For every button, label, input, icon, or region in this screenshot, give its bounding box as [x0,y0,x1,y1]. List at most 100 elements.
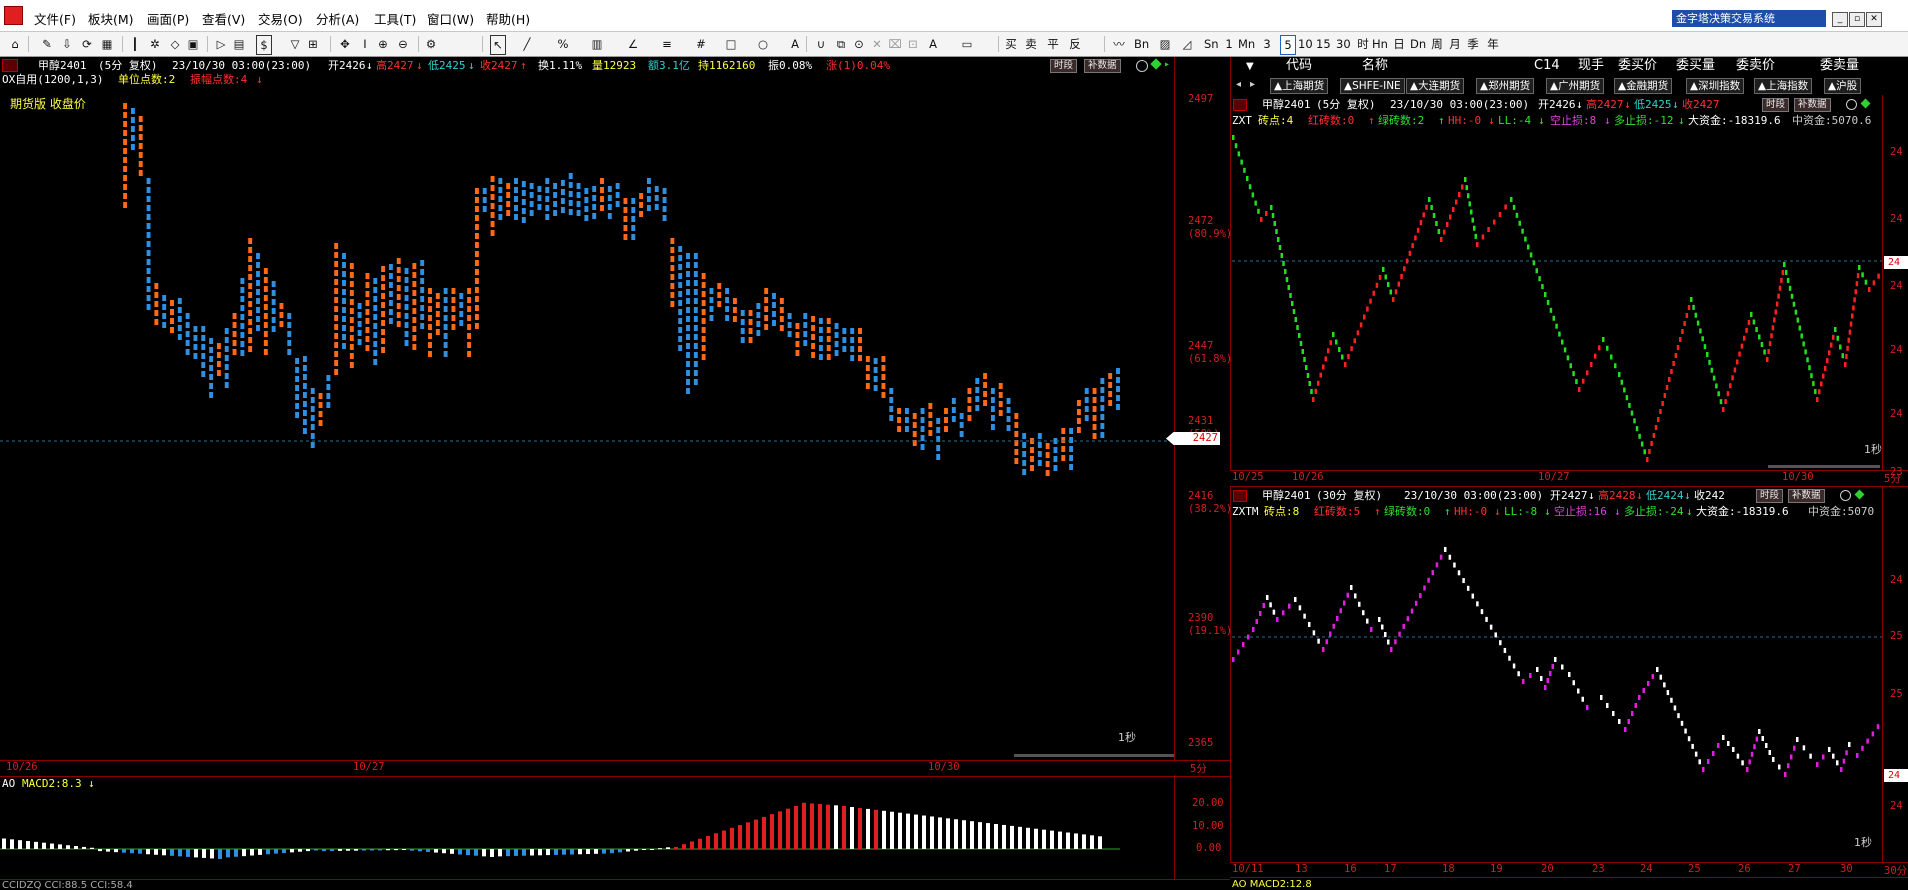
period-13-button[interactable]: 月 [1448,35,1462,53]
market-tab-0[interactable]: ▲上海期货 [1270,78,1329,94]
gear-small-icon[interactable]: ✲ [148,35,162,53]
tab-prev-icon[interactable]: ◂ [1236,79,1241,90]
col-last-hand[interactable]: 现手 [1578,59,1604,72]
trash-icon[interactable]: ⌧ [888,35,902,53]
period-9-button[interactable]: Hn [1372,35,1388,53]
buy-button[interactable]: 买 [1004,35,1018,53]
zoom-in-icon[interactable]: ⊕ [376,35,390,53]
main-hscroll[interactable] [1014,754,1174,757]
calc-icon[interactable]: ⊞ [306,35,320,53]
cube-icon[interactable]: ▣ [186,35,200,53]
market-tab-4[interactable]: ▲广州期货 [1546,78,1605,94]
zxt-diamond-icon[interactable] [1860,98,1871,109]
circle-tool-icon[interactable]: ○ [756,35,770,53]
lock-icon[interactable]: ⊡ [906,35,920,53]
download-icon[interactable]: ⇩ [60,35,74,53]
market-tab-1[interactable]: ▲SHFE-INE [1340,78,1405,94]
zxtm-diamond-icon[interactable] [1854,489,1865,500]
bn-button[interactable]: Bn [1134,35,1149,53]
menu-view-screen[interactable]: 画面(P) [147,9,189,28]
copy-icon[interactable]: ⧉ [834,35,848,53]
move-icon[interactable]: ✥ [338,35,352,53]
color-icon[interactable]: A [926,35,940,53]
zxt-session-button[interactable]: 时段 [1762,98,1790,112]
angle-tool-icon[interactable]: ∠ [626,35,640,53]
chart-box-icon[interactable]: ▨ [1158,35,1172,53]
col-ask-vol[interactable]: 委卖量 [1820,59,1859,72]
period-8-button[interactable]: 时 [1356,35,1370,53]
zxt-clock-icon[interactable] [1846,99,1857,110]
menu-window[interactable]: 窗口(W) [427,9,474,28]
play-icon[interactable]: ▷ [214,35,228,53]
sort-dropdown-icon[interactable]: ▼ [1246,61,1254,72]
zxtm-clock-icon[interactable] [1840,490,1851,501]
market-tab-5[interactable]: ▲金融期货 [1614,78,1673,94]
market-tab-7[interactable]: ▲上海指数 [1754,78,1813,94]
filter-icon[interactable]: ▽ [288,35,302,53]
zxtm-session-button[interactable]: 时段 [1756,489,1784,503]
chart-area-icon[interactable]: ◿ [1180,35,1194,53]
line-tool-icon[interactable]: ╱ [520,35,534,53]
period-10-button[interactable]: 日 [1392,35,1406,53]
period-7-button[interactable]: 30 [1336,35,1351,53]
close-position-button[interactable]: 平 [1046,35,1060,53]
diamond-green-icon[interactable] [1150,58,1162,70]
ruler-tool-icon[interactable]: ▥ [590,35,604,53]
period-0-button[interactable]: Sn [1204,35,1219,53]
app-logo-icon[interactable] [4,6,23,25]
col-c14[interactable]: C14 [1534,59,1560,72]
cursor-v-icon[interactable]: Ⅰ [358,35,372,53]
col-name[interactable]: 名称 [1362,59,1388,72]
menu-look[interactable]: 查看(V) [202,9,245,28]
layout-icon[interactable]: ▦ [100,35,114,53]
period-1-button[interactable]: 1 [1222,35,1236,53]
zxt-hscroll[interactable] [1768,465,1880,468]
chart-icon[interactable] [2,59,18,72]
zxtm-chart-icon[interactable] [1233,490,1247,502]
col-ask-price[interactable]: 委卖价 [1736,59,1775,72]
period-3-button[interactable]: 3 [1260,35,1274,53]
period-6-button[interactable]: 15 [1316,35,1331,53]
clock-icon[interactable] [1136,60,1148,72]
settings-icon[interactable]: ⚙ [424,35,438,53]
zxtm-fill-button[interactable]: 补数据 [1788,489,1825,503]
period-4-button[interactable]: 5 [1280,35,1296,55]
dollar-icon[interactable]: $ [256,35,272,55]
period-11-button[interactable]: Dn [1410,35,1426,53]
chart-line-icon[interactable]: 〰 [1112,35,1126,53]
session-button[interactable]: 时段 [1050,59,1078,73]
zxt-fill-button[interactable]: 补数据 [1794,98,1831,112]
link-icon[interactable]: ⊙ [852,35,866,53]
pointer-icon[interactable]: ↖ [490,35,506,55]
candle-icon[interactable]: ┃ [128,35,142,53]
zxt-chart-icon[interactable] [1233,99,1247,111]
menu-trade[interactable]: 交易(O) [258,9,303,28]
sync-icon[interactable]: ⟳ [80,35,94,53]
percent-tool-icon[interactable]: % [556,35,570,53]
close-button[interactable]: ✕ [1866,12,1882,27]
delete-icon[interactable]: ✕ [870,35,884,53]
market-tab-6[interactable]: ▲深圳指数 [1686,78,1745,94]
home-icon[interactable]: ⌂ [8,35,22,53]
doc-icon[interactable]: ▤ [232,35,246,53]
fib-tool-icon[interactable]: ≡ [660,35,674,53]
menu-sector[interactable]: 板块(M) [88,9,134,28]
period-12-button[interactable]: 周 [1430,35,1444,53]
zoom-out-icon[interactable]: ⊖ [396,35,410,53]
menu-tools[interactable]: 工具(T) [374,9,416,28]
grid-tool-icon[interactable]: # [694,35,708,53]
reverse-button[interactable]: 反 [1068,35,1082,53]
sell-button[interactable]: 卖 [1024,35,1038,53]
restore-button[interactable]: ▫ [1849,12,1865,27]
minimize-button[interactable]: _ [1832,12,1848,27]
period-5-button[interactable]: 10 [1298,35,1313,53]
diamond-icon[interactable]: ◇ [168,35,182,53]
period-14-button[interactable]: 季 [1466,35,1480,53]
market-tab-2[interactable]: ▲大连期货 [1406,78,1465,94]
period-2-button[interactable]: Mn [1238,35,1255,53]
market-tab-3[interactable]: ▲郑州期货 [1476,78,1535,94]
tab-next-icon[interactable]: ▸ [1250,79,1255,90]
pen-icon[interactable]: ✎ [40,35,54,53]
col-code[interactable]: 代码 [1286,59,1312,72]
rect-tool-icon[interactable]: □ [724,35,738,53]
